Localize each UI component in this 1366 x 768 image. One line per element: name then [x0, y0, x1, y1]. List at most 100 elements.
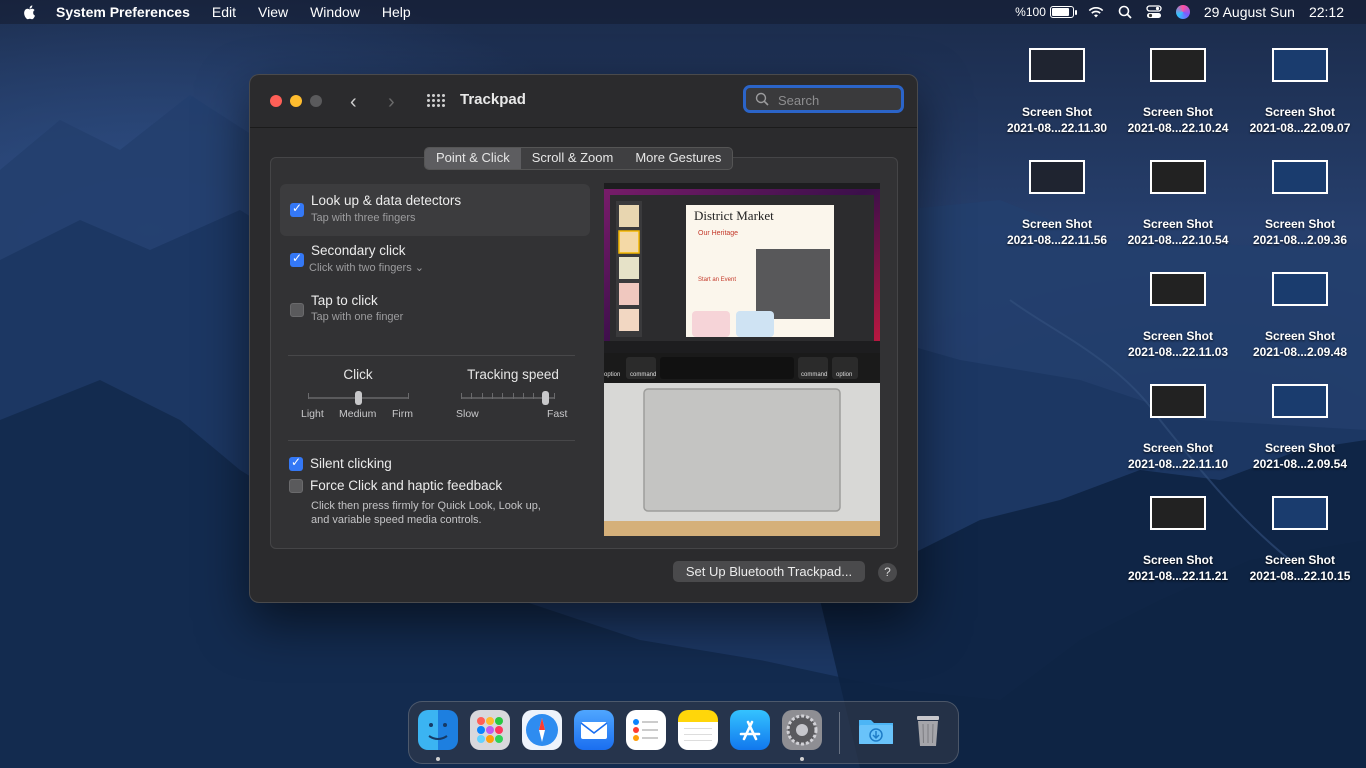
silent-clicking-label[interactable]: Silent clicking	[310, 456, 392, 471]
search-field[interactable]	[743, 85, 904, 113]
look-up-checkbox[interactable]	[290, 201, 304, 217]
file-subtitle: 2021-08...22.10.24	[1127, 121, 1229, 135]
battery-status[interactable]: %100	[1015, 5, 1077, 19]
minimize-window-button[interactable]	[290, 95, 302, 107]
forward-chevron-icon: ›	[388, 91, 395, 113]
system-preferences-icon[interactable]	[782, 710, 822, 750]
desktop-file-name: Screen Shot 2021-08...22.10.54	[1117, 216, 1239, 248]
look-up-gesture-label: Tap with three fingers	[311, 212, 416, 224]
menubar-time[interactable]: 22:12	[1309, 4, 1344, 20]
screenshot-thumbnail-icon	[1150, 48, 1206, 82]
menubar-date[interactable]: 29 August Sun	[1204, 4, 1295, 20]
file-subtitle: 2021-08...2.09.36	[1252, 233, 1348, 247]
window-titlebar[interactable]: ‹ › Trackpad	[250, 75, 917, 128]
tap-to-click-checkbox[interactable]	[290, 303, 304, 317]
menu-app-name[interactable]: System Preferences	[56, 4, 190, 20]
force-click-checkbox[interactable]	[289, 479, 303, 493]
preview-key-option-left: option	[604, 372, 621, 378]
file-title: Screen Shot	[1142, 553, 1214, 567]
file-subtitle: 2021-08...22.11.56	[1006, 233, 1108, 247]
close-window-button[interactable]	[270, 95, 282, 107]
tracking-speed-tick	[512, 393, 514, 399]
tracking-speed-tick	[481, 393, 483, 399]
show-all-grid-icon[interactable]	[427, 94, 445, 107]
force-click-label[interactable]: Force Click and haptic feedback	[310, 478, 502, 493]
desktop-screenshot-file[interactable]: Screen Shot 2021-08...22.10.24	[1117, 48, 1239, 136]
search-input[interactable]	[776, 90, 900, 110]
desktop-screenshot-file[interactable]: Screen Shot 2021-08...22.11.21	[1117, 496, 1239, 584]
screenshot-thumbnail-icon	[1029, 48, 1085, 82]
desktop-screenshot-file[interactable]: Screen Shot 2021-08...22.10.54	[1117, 160, 1239, 248]
option-look-up[interactable]: Look up & data detectors Tap with three …	[280, 184, 590, 236]
tracking-speed-title: Tracking speed	[467, 367, 559, 382]
apple-logo-icon[interactable]	[22, 4, 38, 20]
menu-window[interactable]: Window	[310, 4, 360, 20]
screenshot-thumbnail-icon	[1272, 496, 1328, 530]
desktop-screenshot-file[interactable]: Screen Shot 2021-08...22.11.03	[1117, 272, 1239, 360]
downloads-folder-icon[interactable]	[856, 710, 896, 750]
file-subtitle: 2021-08...2.09.54	[1252, 457, 1348, 471]
file-subtitle: 2021-08...22.11.21	[1127, 569, 1229, 583]
click-slider-thumb[interactable]	[355, 391, 362, 405]
finder-icon[interactable]	[418, 710, 458, 750]
desktop-screenshot-file[interactable]: Screen Shot 2021-08...22.10.15	[1239, 496, 1361, 584]
screenshot-thumbnail-icon	[1272, 48, 1328, 82]
preview-key-option-right: option	[836, 372, 853, 378]
tab-more-gestures[interactable]: More Gestures	[624, 148, 732, 169]
tracking-fast-label: Fast	[547, 408, 568, 420]
screenshot-thumbnail-icon	[1272, 384, 1328, 418]
force-click-description-line-2: and variable speed media controls.	[311, 514, 482, 526]
tab-point-click[interactable]: Point & Click	[425, 148, 521, 169]
dock	[408, 701, 959, 764]
desktop-file-name: Screen Shot 2021-08...22.09.07	[1239, 104, 1361, 136]
menu-edit[interactable]: Edit	[212, 4, 236, 20]
menu-view[interactable]: View	[258, 4, 288, 20]
desktop-screenshot-file[interactable]: Screen Shot 2021-08...22.09.07	[1239, 48, 1361, 136]
secondary-click-checkbox[interactable]	[290, 251, 304, 267]
desktop-screenshot-file[interactable]: Screen Shot 2021-08...2.09.36	[1239, 160, 1361, 248]
menu-help[interactable]: Help	[382, 4, 411, 20]
option-tap-to-click[interactable]: Tap to click Tap with one finger	[280, 285, 590, 335]
control-center-icon[interactable]	[1146, 5, 1162, 19]
tracking-speed-thumb[interactable]	[541, 391, 549, 405]
tracking-speed-tick	[533, 393, 535, 399]
tab-scroll-zoom[interactable]: Scroll & Zoom	[521, 148, 625, 169]
launchpad-icon[interactable]	[470, 710, 510, 750]
desktop-screenshot-file[interactable]: Screen Shot 2021-08...2.09.48	[1239, 272, 1361, 360]
desktop-screenshot-file[interactable]: Screen Shot 2021-08...22.11.10	[1117, 384, 1239, 472]
reminders-icon[interactable]	[626, 710, 666, 750]
mail-icon[interactable]	[574, 710, 614, 750]
look-up-label: Look up & data detectors	[311, 193, 462, 208]
tap-to-click-label: Tap to click	[311, 293, 378, 308]
trash-icon[interactable]	[908, 710, 948, 750]
file-subtitle: 2021-08...22.11.03	[1127, 345, 1229, 359]
app-store-icon[interactable]	[730, 710, 770, 750]
file-subtitle: 2021-08...22.10.15	[1249, 569, 1351, 583]
set-up-bluetooth-trackpad-button[interactable]: Set Up Bluetooth Trackpad...	[673, 561, 865, 582]
file-title: Screen Shot	[1142, 441, 1214, 455]
desktop-screenshot-file[interactable]: Screen Shot 2021-08...2.09.54	[1239, 384, 1361, 472]
divider	[288, 440, 575, 441]
siri-icon[interactable]	[1175, 5, 1190, 19]
file-title: Screen Shot	[1142, 105, 1214, 119]
zoom-window-button	[310, 95, 322, 107]
preview-heading: Our Heritage	[698, 230, 739, 237]
silent-clicking-checkbox[interactable]	[289, 455, 303, 471]
dock-separator	[839, 712, 840, 754]
secondary-click-gesture-dropdown[interactable]: Click with two fingers ⌄	[309, 261, 424, 274]
gesture-preview-video: District Market Our Heritage Start an Ev…	[604, 183, 880, 536]
click-slider-title: Click	[343, 367, 373, 382]
trackpad-preferences-window: ‹ › Trackpad Point & Click Scroll & Zoom…	[249, 74, 918, 603]
wifi-icon[interactable]	[1088, 5, 1104, 19]
file-subtitle: 2021-08...22.11.30	[1006, 121, 1108, 135]
back-chevron-icon[interactable]: ‹	[350, 91, 357, 114]
option-secondary-click[interactable]: Secondary click Click with two fingers ⌄	[280, 235, 590, 285]
desktop-screenshot-file[interactable]: Screen Shot 2021-08...22.11.30	[996, 48, 1118, 136]
safari-icon[interactable]	[522, 710, 562, 750]
desktop-screenshot-file[interactable]: Screen Shot 2021-08...22.11.56	[996, 160, 1118, 248]
preview-key-command-right: command	[801, 372, 828, 378]
spotlight-search-icon[interactable]	[1118, 5, 1132, 19]
notes-icon[interactable]	[678, 710, 718, 750]
help-button[interactable]: ?	[878, 563, 897, 582]
desktop-file-name: Screen Shot 2021-08...22.11.30	[996, 104, 1118, 136]
